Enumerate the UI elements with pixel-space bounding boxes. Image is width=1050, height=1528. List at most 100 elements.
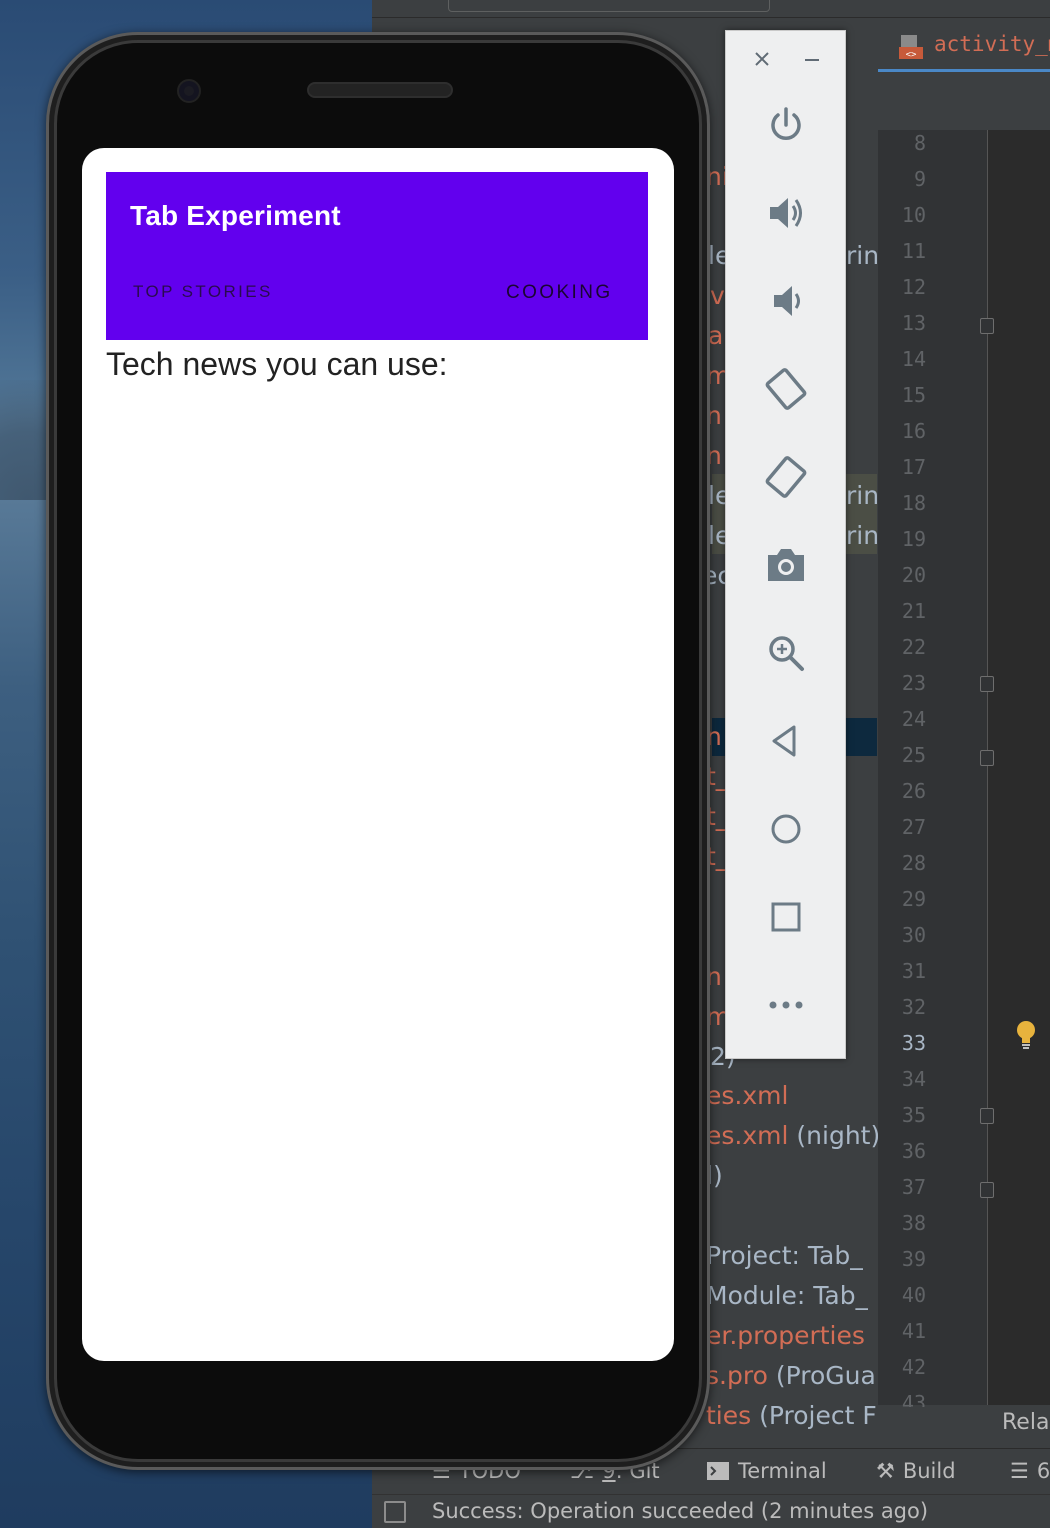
tree-item[interactable]: v (710, 281, 725, 310)
tree-item[interactable]: er.properties (706, 1321, 865, 1350)
line-number: 28 (901, 851, 926, 875)
more-button[interactable] (726, 975, 845, 1035)
home-button[interactable] (726, 799, 845, 859)
rotate-right-icon (765, 456, 806, 498)
more-icon (769, 1001, 802, 1009)
line-number: 18 (901, 491, 926, 515)
app-bar: Tab Experiment TOP STORIES COOKING (106, 172, 648, 340)
line-number: 41 (901, 1319, 926, 1343)
line-number: 31 (901, 959, 926, 983)
minimize-button[interactable] (798, 45, 826, 73)
tree-item[interactable]: Project: Tab_ (706, 1241, 863, 1270)
tree-item[interactable]: ties (Project F (706, 1401, 877, 1430)
line-number: 17 (901, 455, 926, 479)
tab-top-stories[interactable]: TOP STORIES (133, 282, 273, 302)
tree-item-name: s.pro (706, 1361, 768, 1390)
line-number: 26 (901, 779, 926, 803)
tree-item-suffix: (Project F (751, 1401, 877, 1430)
line-number: 8 (913, 131, 926, 155)
minimize-icon (805, 59, 819, 61)
line-number: 30 (901, 923, 926, 947)
front-camera-icon (177, 79, 201, 103)
lines-icon: ☰ (1010, 1459, 1029, 1483)
tree-item-name: ties (706, 1401, 752, 1430)
line-number: 22 (901, 635, 926, 659)
fold-marker-icon[interactable] (980, 676, 994, 692)
line-number: 36 (901, 1139, 926, 1163)
zoom-icon (768, 636, 804, 671)
line-number: 24 (901, 707, 926, 731)
line-number: 37 (901, 1175, 926, 1199)
app-title: Tab Experiment (130, 200, 341, 231)
zoom-button[interactable] (726, 623, 845, 683)
fold-marker-icon[interactable] (980, 318, 994, 334)
fold-marker-icon[interactable] (980, 1108, 994, 1124)
run-config-box[interactable] (448, 0, 770, 12)
volume-down-button[interactable] (726, 271, 845, 331)
tree-item[interactable]: rin (846, 481, 879, 510)
status-bar: Success: Operation succeeded (2 minutes … (372, 1494, 1050, 1528)
line-number: 42 (901, 1355, 926, 1379)
rotate-left-icon (765, 368, 806, 410)
line-number: 35 (901, 1103, 926, 1127)
overview-icon (771, 902, 800, 932)
line-number: 23 (901, 671, 926, 695)
line-number: 33 (901, 1031, 926, 1055)
terminal-tool[interactable]: Terminal (706, 1459, 827, 1483)
line-number: 15 (901, 383, 926, 407)
home-icon (771, 814, 800, 844)
rotate-right-button[interactable] (726, 447, 845, 507)
breadcrumb-bar (878, 75, 1050, 130)
screenshot-button[interactable] (726, 535, 845, 595)
lightbulb-icon[interactable] (1016, 1020, 1036, 1052)
line-number: 11 (901, 239, 926, 263)
terminal-icon (707, 1462, 729, 1480)
line-number: 21 (901, 599, 926, 623)
power-icon (770, 107, 801, 140)
power-button[interactable] (726, 95, 845, 155)
tab-cooking[interactable]: COOKING (506, 282, 613, 304)
tree-item[interactable]: es.xml (night) (706, 1121, 880, 1150)
line-number: 20 (901, 563, 926, 587)
line-number: 29 (901, 887, 926, 911)
fold-marker-icon[interactable] (980, 750, 994, 766)
tree-item[interactable]: a (708, 321, 723, 350)
line-number: 32 (901, 995, 926, 1019)
line-number: 27 (901, 815, 926, 839)
rotate-left-button[interactable] (726, 359, 845, 419)
window-toggle-icon[interactable] (384, 1501, 406, 1523)
right-panel-label[interactable]: Rela (1002, 1410, 1049, 1435)
line-number: 25 (901, 743, 926, 767)
tree-item[interactable]: Module: Tab_ (706, 1281, 868, 1310)
logcat-label: 6 (1036, 1459, 1050, 1483)
emulator-toolbar (725, 30, 846, 1059)
overview-button[interactable] (726, 887, 845, 947)
line-number: 43 (901, 1391, 926, 1407)
tree-item-suffix: (night) (788, 1121, 881, 1150)
volume-up-icon (769, 198, 802, 228)
tree-item[interactable]: es.xml (706, 1081, 788, 1110)
tree-item[interactable]: rin (846, 241, 879, 270)
code-editor[interactable] (988, 130, 1050, 1405)
status-message: Success: Operation succeeded (2 minutes … (432, 1499, 929, 1523)
volume-up-button[interactable] (726, 183, 845, 243)
line-number: 39 (901, 1247, 926, 1271)
line-number: 34 (901, 1067, 926, 1091)
fold-marker-icon[interactable] (980, 1182, 994, 1198)
xml-file-icon: <> (899, 35, 923, 60)
svg-text:<>: <> (906, 50, 917, 60)
tree-item[interactable]: s.pro (ProGua (706, 1361, 876, 1390)
close-button[interactable] (748, 45, 776, 73)
tree-item-name: es.xml (706, 1121, 789, 1150)
logcat-tool[interactable]: ☰ 6 (1010, 1459, 1050, 1483)
back-icon (772, 725, 795, 757)
build-tool[interactable]: ⚒ Build (876, 1459, 956, 1483)
tree-item[interactable]: rin (846, 521, 879, 550)
line-number: 12 (901, 275, 926, 299)
editor-tab[interactable]: <> activity_ma (878, 28, 1050, 72)
line-number: 19 (901, 527, 926, 551)
phone-frame: Tab Experiment TOP STORIES COOKING Tech … (46, 32, 710, 1470)
back-button[interactable] (726, 711, 845, 771)
device-screen[interactable]: Tab Experiment TOP STORIES COOKING Tech … (82, 148, 674, 1361)
line-number: 16 (901, 419, 926, 443)
